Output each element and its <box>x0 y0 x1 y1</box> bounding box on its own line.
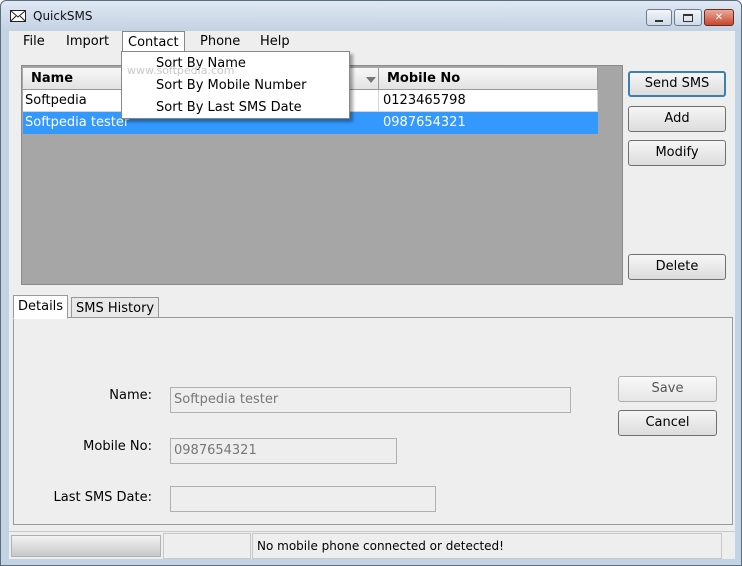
close-button[interactable]: ✕ <box>704 9 734 26</box>
add-button[interactable]: Add <box>628 106 726 132</box>
cancel-button[interactable]: Cancel <box>618 410 717 436</box>
menu-file[interactable]: File <box>23 34 45 49</box>
mobile-field[interactable]: 0987654321 <box>170 438 397 464</box>
menu-sort-by-name[interactable]: Sort By Name <box>156 53 246 75</box>
tab-details[interactable]: Details <box>13 295 69 319</box>
column-header-mobile[interactable]: Mobile No <box>379 68 598 90</box>
cell-mobile: 0987654321 <box>379 112 598 134</box>
window-title: QuickSMS <box>33 9 93 23</box>
cell-mobile: 0123465798 <box>379 90 598 112</box>
menu-sort-by-mobile[interactable]: Sort By Mobile Number <box>156 75 307 97</box>
minimize-icon <box>655 20 663 22</box>
menu-help[interactable]: Help <box>260 34 290 49</box>
tab-sms-history[interactable]: SMS History <box>71 297 160 319</box>
close-icon: ✕ <box>714 11 724 23</box>
menu-phone[interactable]: Phone <box>200 34 240 49</box>
status-bar: No mobile phone connected or detected! <box>9 531 735 559</box>
menu-import[interactable]: Import <box>66 34 109 49</box>
contact-dropdown-menu: Sort By Name Sort By Mobile Number Sort … <box>121 51 350 119</box>
app-window: QuickSMS ✕ File Import Contact Phone Hel… <box>0 0 742 566</box>
name-field[interactable]: Softpedia tester <box>170 387 571 413</box>
details-panel: Name: Softpedia tester Mobile No: 098765… <box>13 317 733 525</box>
maximize-button[interactable] <box>674 9 702 26</box>
last-sms-date-label: Last SMS Date: <box>53 490 152 505</box>
maximize-icon <box>683 13 693 22</box>
title-bar[interactable]: QuickSMS ✕ <box>1 1 741 31</box>
name-label: Name: <box>109 388 152 403</box>
column-header-mobile-label: Mobile No <box>387 71 461 86</box>
menu-sort-by-last-sms[interactable]: Sort By Last SMS Date <box>156 97 302 119</box>
menu-bar: File Import Contact Phone Help <box>9 31 735 53</box>
menu-contact[interactable]: Contact <box>122 31 185 53</box>
last-sms-date-field[interactable] <box>170 486 436 512</box>
save-button[interactable]: Save <box>618 376 717 402</box>
delete-button[interactable]: Delete <box>628 254 726 280</box>
mobile-label: Mobile No: <box>83 439 152 454</box>
column-header-name-label: Name <box>31 71 74 86</box>
status-message: No mobile phone connected or detected! <box>257 539 504 553</box>
client-area: File Import Contact Phone Help www.softp… <box>9 31 735 559</box>
status-panel-empty <box>163 533 251 559</box>
envelope-icon <box>10 10 26 22</box>
minimize-button[interactable] <box>646 9 672 26</box>
modify-button[interactable]: Modify <box>628 140 726 166</box>
status-panel-message: No mobile phone connected or detected! <box>252 533 722 559</box>
progress-bar <box>11 535 161 557</box>
send-sms-button[interactable]: Send SMS <box>628 71 726 97</box>
sort-down-icon <box>366 77 376 83</box>
